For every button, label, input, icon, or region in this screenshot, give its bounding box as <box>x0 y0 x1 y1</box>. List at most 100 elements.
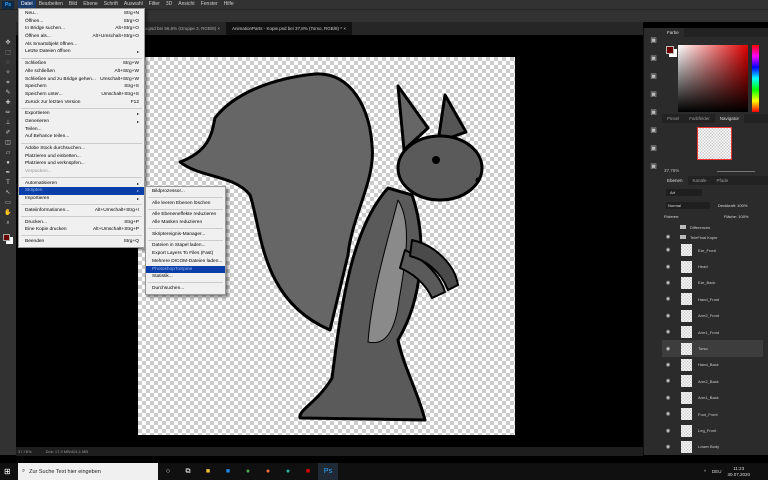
history-panel-icon[interactable]: ▣ <box>644 32 663 50</box>
menu-item[interactable]: Speichern Strg+S <box>19 83 144 91</box>
shape-tool-icon[interactable]: ▭ <box>0 198 16 208</box>
gradient-tool-icon[interactable]: ▱ <box>0 148 16 158</box>
dodge-tool-icon[interactable]: ● <box>0 158 16 168</box>
taskbar-search[interactable]: ⌕ Zur Suche Text hier eingeben <box>18 463 158 480</box>
menu-item[interactable]: Platzieren und einbetten... <box>19 153 144 161</box>
menu-item[interactable]: Öffnen als... Alt+Umschalt+Strg+O <box>19 33 144 41</box>
hand-tool-icon[interactable]: ✋ <box>0 208 16 218</box>
brush-tool-icon[interactable]: ✏ <box>0 108 16 118</box>
tool-color-swatches[interactable] <box>3 234 13 244</box>
menu-item[interactable]: Automatisieren ▸ <box>19 180 144 188</box>
tab-farbfelder[interactable]: Farbfelder <box>684 114 715 123</box>
layer-row[interactable]: ◉ Leg_Front <box>662 422 763 438</box>
brush-settings-panel-icon[interactable]: ▣ <box>644 86 663 104</box>
menu-item[interactable]: Statistik... <box>146 273 225 281</box>
menu-item[interactable]: Exportieren ▸ <box>19 110 144 118</box>
chrome-icon[interactable]: ● <box>238 463 258 480</box>
clone-source-panel-icon[interactable]: ▣ <box>644 104 663 122</box>
type-tool-icon[interactable]: T <box>0 178 16 188</box>
eye-icon[interactable]: ◉ <box>662 329 674 335</box>
menu-item[interactable]: Teilen... <box>19 126 144 134</box>
menu-item[interactable]: Alle schließen Alt+Strg+W <box>19 68 144 76</box>
fill-control[interactable]: Fläche: 100% <box>724 214 748 219</box>
eye-icon[interactable]: ◉ <box>662 362 674 368</box>
zoom-readout[interactable]: 37,76% <box>18 449 32 454</box>
tab-pinsel[interactable]: Pinsel <box>662 114 684 123</box>
menu-3d[interactable]: 3D <box>163 0 175 9</box>
photoshop-taskbar-icon[interactable]: Ps <box>318 463 338 480</box>
menu-item[interactable]: Verpacken... <box>19 168 144 176</box>
menu-item[interactable]: Skriptereignis-Manager... <box>146 231 225 239</box>
menu-item[interactable]: Eine Kopie drucken Alt+Umschalt+Strg+P <box>19 226 144 234</box>
menu-item[interactable]: Als Smartobjekt öffnen... <box>19 41 144 49</box>
menu-item[interactable]: Schließen Strg+W <box>19 60 144 68</box>
navigator-zoom[interactable]: 37,76% <box>664 168 679 173</box>
layer-row[interactable]: ◉ Ear_Back <box>662 275 763 291</box>
menu-item[interactable]: Export Layers To Files (Fast) <box>146 250 225 258</box>
doc-tab-2[interactable]: AnimationParts - Kopie.psd bei 37,8% (To… <box>226 22 352 35</box>
menu-item[interactable]: Alle Masken reduzieren <box>146 219 225 227</box>
foreground-color-swatch[interactable] <box>666 46 674 54</box>
fill-value[interactable]: 100% <box>738 214 748 219</box>
menu-ansicht[interactable]: Ansicht <box>175 0 197 9</box>
eye-icon[interactable]: ◉ <box>662 296 674 302</box>
history-brush-tool-icon[interactable]: ✐ <box>0 128 16 138</box>
menu-item[interactable]: Speichern unter... Umschalt+Strg+S <box>19 91 144 99</box>
windows-start-icon[interactable]: ⊞ <box>4 467 11 476</box>
menu-item[interactable]: Beenden Strg+Q <box>19 238 144 246</box>
menu-item[interactable]: Auf Behance teilen... <box>19 133 144 141</box>
opacity-control[interactable]: Deckkraft: 100% <box>718 203 747 208</box>
menu-item[interactable]: In Bridge suchen... Alt+Strg+O <box>19 25 144 33</box>
layer-filter[interactable]: Art <box>666 189 702 196</box>
layer-row[interactable]: ◉ Torso <box>662 340 763 357</box>
layer-row[interactable]: Differences <box>662 222 763 232</box>
tab-ebenen[interactable]: Ebenen <box>662 176 688 185</box>
zoom-tool-icon[interactable]: ⌕ <box>0 218 16 228</box>
path-select-tool-icon[interactable]: ↖ <box>0 188 16 198</box>
language-indicator[interactable]: DEU <box>712 469 722 474</box>
app-icon[interactable]: ■ <box>218 463 238 480</box>
menu-item[interactable]: Neu... Strg+N <box>19 10 144 18</box>
edge-icon[interactable]: ● <box>278 463 298 480</box>
eye-icon[interactable]: ◉ <box>662 234 674 240</box>
eraser-tool-icon[interactable]: ◫ <box>0 138 16 148</box>
blend-mode-select[interactable]: Normal <box>666 202 710 209</box>
paths-panel-icon[interactable]: ▣ <box>644 158 663 176</box>
lasso-tool-icon[interactable]: ◌ <box>0 58 16 68</box>
menu-item[interactable]: Importieren ▸ <box>19 195 144 203</box>
clock[interactable]: 11:23 30.07.2020 <box>727 466 750 478</box>
eye-icon[interactable]: ◉ <box>662 264 674 270</box>
tab-kanäle[interactable]: Kanäle <box>688 176 712 185</box>
pen-tool-icon[interactable]: ✒ <box>0 168 16 178</box>
menu-item[interactable]: Öffnen... Strg+O <box>19 18 144 26</box>
menu-item[interactable]: Drucken... Strg+P <box>19 219 144 227</box>
menu-item[interactable]: Generieren ▸ <box>19 118 144 126</box>
tray-chevron-icon[interactable]: ^ <box>704 469 706 474</box>
menu-item[interactable]: Skripten ▸ <box>19 187 144 196</box>
menu-item[interactable]: Durchsuchen... <box>146 285 225 293</box>
eye-icon[interactable]: ◉ <box>662 346 674 352</box>
tab-color[interactable]: Farbe <box>662 28 684 37</box>
info-panel-icon[interactable]: ▣ <box>644 68 663 86</box>
close-icon[interactable]: × <box>217 26 220 31</box>
stamp-tool-icon[interactable]: ⊥ <box>0 118 16 128</box>
file-explorer-icon[interactable]: ■ <box>198 463 218 480</box>
eye-icon[interactable]: ◉ <box>662 444 674 450</box>
eye-icon[interactable]: ◉ <box>662 247 674 253</box>
menu-item[interactable]: Platzieren und verknüpfen... <box>19 160 144 168</box>
hue-slider[interactable] <box>752 45 759 112</box>
navigator-thumbnail[interactable] <box>697 127 732 160</box>
eye-icon[interactable]: ◉ <box>662 411 674 417</box>
eye-icon[interactable]: ◉ <box>662 378 674 384</box>
layer-row[interactable]: ◉ Arm2_Back <box>662 373 763 389</box>
layer-row[interactable]: ◉ Lower Body <box>662 439 763 455</box>
magic-wand-tool-icon[interactable]: ✧ <box>0 68 16 78</box>
navigator-zoom-slider[interactable] <box>717 171 755 172</box>
cortana-icon[interactable]: ○ <box>158 463 178 480</box>
3d-panel-icon[interactable]: ▣ <box>644 140 663 158</box>
firefox-icon[interactable]: ● <box>258 463 278 480</box>
menu-item[interactable]: Adobe Stock durchsuchen... <box>19 145 144 153</box>
menu-item[interactable]: Zurück zur letzten Version F12 <box>19 99 144 107</box>
layer-row[interactable]: ◉ Hand_Front <box>662 291 763 307</box>
eye-icon[interactable]: ◉ <box>662 313 674 319</box>
